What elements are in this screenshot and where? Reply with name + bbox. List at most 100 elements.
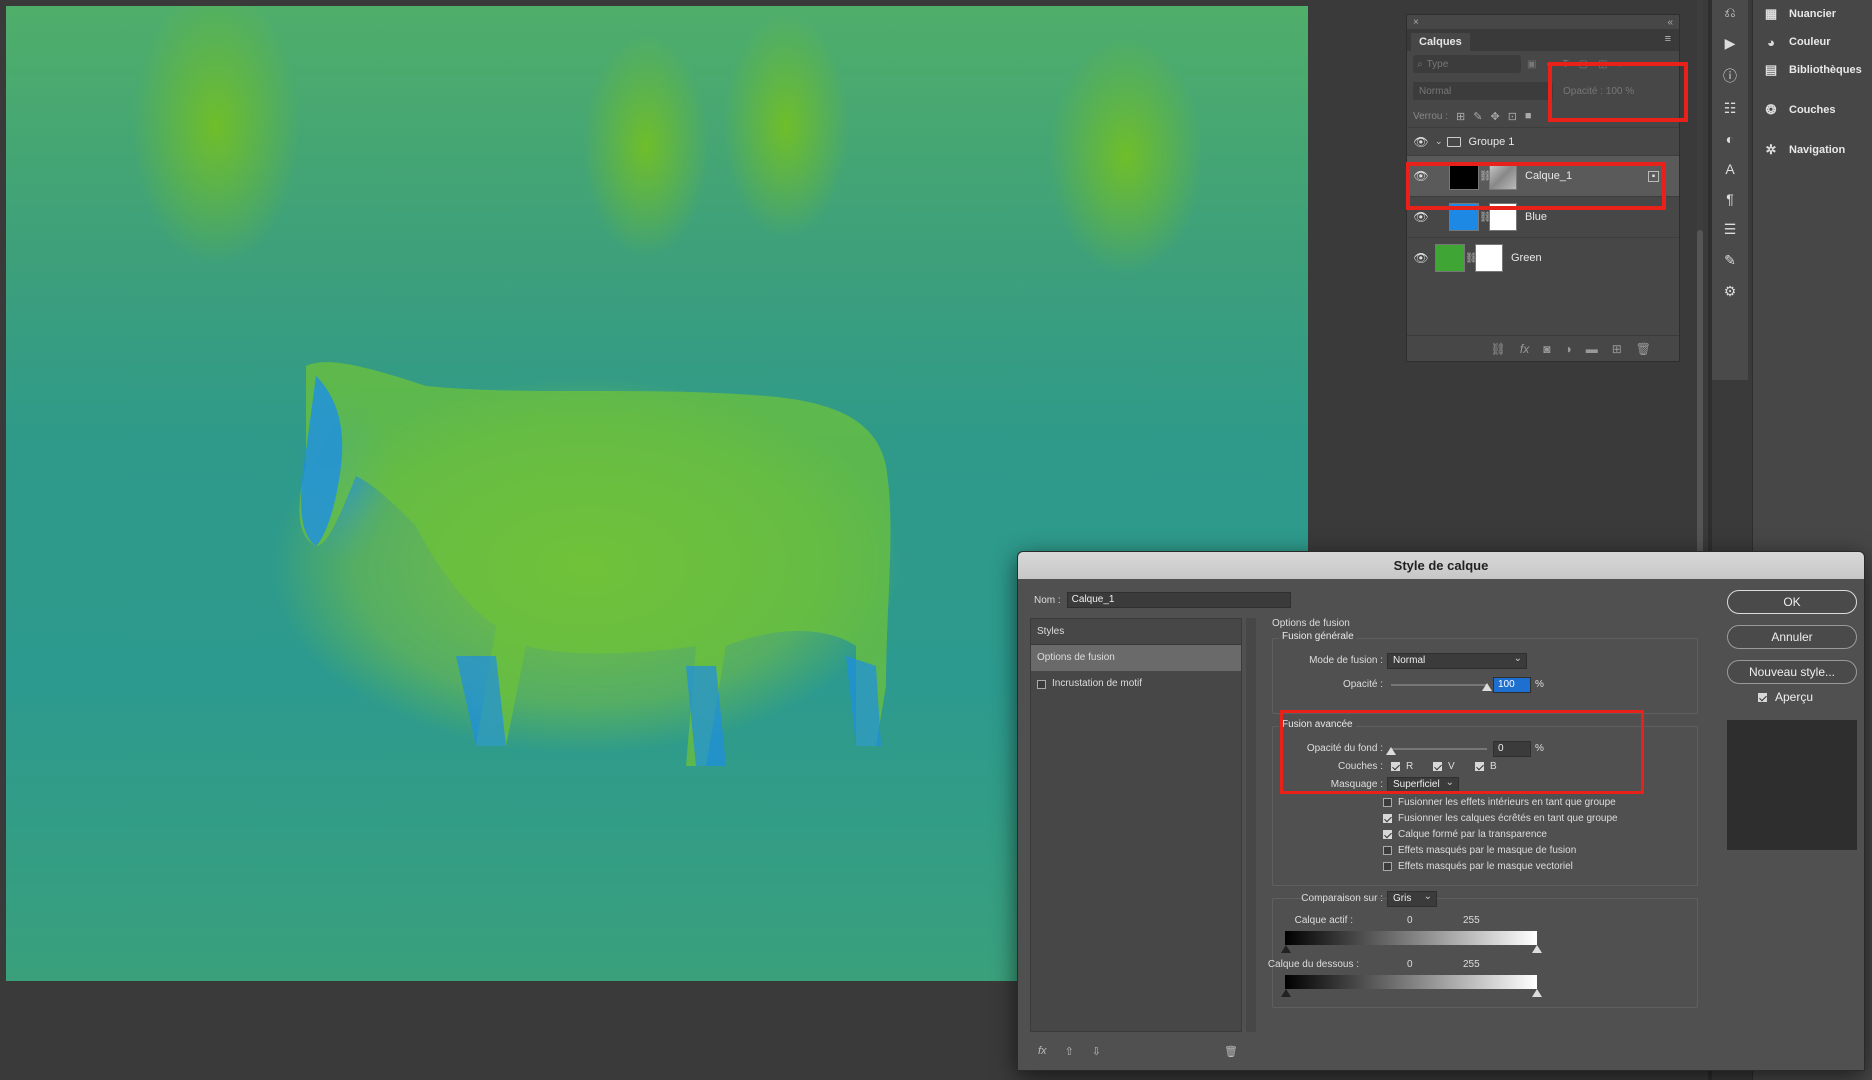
link-icon[interactable]: ⛓ [1479,212,1492,223]
style-item-blending-options[interactable]: Options de fusion [1031,645,1241,671]
visibility-eye-icon[interactable]: 👁 [1407,135,1435,149]
smart-filter-icon[interactable]: ◫ [1598,59,1607,70]
visibility-eye-icon[interactable]: 👁 [1407,210,1435,224]
toggle-filter-icon[interactable]: ● [1618,59,1624,70]
option-checkbox[interactable] [1383,846,1392,855]
panel-menu-icon[interactable]: ≡ [1665,33,1671,45]
channel-v[interactable]: V [1433,761,1455,772]
adjust-icon[interactable]: ◐ [1726,131,1734,147]
new-layer-icon[interactable]: ⊞ [1612,342,1622,356]
pattern-overlay-checkbox[interactable] [1037,679,1046,689]
trash-icon[interactable]: 🗑 [1636,342,1651,356]
layer-row-blue[interactable]: 👁 ⛓ Blue [1407,196,1679,237]
add-mask-icon[interactable]: ◙ [1543,342,1550,356]
underlying-layer-black-thumb[interactable] [1281,989,1291,997]
preview-checkbox[interactable] [1758,692,1767,702]
lock-brush-icon[interactable]: ✎ [1473,110,1482,123]
option-checkbox[interactable] [1383,798,1392,807]
image-filter-icon[interactable]: ▣ [1527,59,1536,70]
option-vector-mask-hides[interactable]: Effets masqués par le masque vectoriel [1383,861,1573,872]
opacity-slider-thumb[interactable] [1482,683,1492,691]
properties-icon[interactable]: ☰ [1724,221,1737,238]
preview-toggle[interactable]: Aperçu [1758,690,1813,704]
option-blend-clipped[interactable]: Fusionner les calques écrêtés en tant qu… [1383,813,1618,824]
move-down-icon[interactable]: ⇩ [1092,1045,1101,1058]
info-icon[interactable]: ⓘ [1723,66,1737,86]
opacity-slider[interactable] [1391,684,1487,686]
channel-r-checkbox[interactable] [1391,762,1400,771]
option-checkbox[interactable] [1383,862,1392,871]
option-checkbox[interactable] [1383,814,1392,823]
side-item-couleur[interactable]: ◕ Couleur [1753,28,1872,56]
styles-header[interactable]: Styles [1031,619,1241,645]
layer-name[interactable]: Green [1511,252,1542,264]
character-icon[interactable]: A [1725,161,1734,177]
play-icon[interactable]: ▶ [1725,35,1736,52]
trash-icon[interactable]: 🗑 [1224,1045,1238,1058]
link-icon[interactable]: ⛓ [1465,253,1478,264]
fx-icon[interactable]: fx [1520,342,1529,356]
name-input[interactable]: Calque_1 [1066,592,1291,608]
knockout-select[interactable]: Superficiel [1387,776,1459,793]
layer-row-group[interactable]: 👁 ⌄ Groupe 1 [1407,127,1679,155]
fill-opacity-slider[interactable] [1391,748,1487,750]
link-icon[interactable]: ⛓ [1479,171,1492,182]
layer-opacity-field[interactable]: Opacité : 100 % [1563,86,1634,97]
underlying-layer-white-thumb[interactable] [1532,989,1542,997]
visibility-eye-icon[interactable]: 👁 [1407,251,1435,265]
underlying-layer-gradient[interactable] [1285,975,1537,989]
side-item-nuancier[interactable]: ▦ Nuancier [1753,0,1872,28]
layer-blend-mode-select[interactable]: Normal [1413,82,1553,100]
shape-filter-icon[interactable]: ▢ [1579,59,1588,70]
paragraph-icon[interactable]: ¶ [1726,191,1734,207]
cancel-button[interactable]: Annuler [1727,625,1857,649]
layer-row-calque1[interactable]: 👁 ⛓ Calque_1 ▪ [1407,155,1679,196]
layer-name[interactable]: Calque_1 [1525,170,1572,182]
fx-icon[interactable]: fx [1038,1045,1047,1058]
style-item-pattern-overlay[interactable]: Incrustation de motif [1031,671,1241,697]
channel-v-checkbox[interactable] [1433,762,1442,771]
layer-style-icon[interactable]: ▪ [1648,170,1659,182]
fill-opacity-slider-thumb[interactable] [1386,747,1396,755]
this-layer-gradient[interactable] [1285,931,1537,945]
this-layer-black-thumb[interactable] [1281,945,1291,953]
option-transparency-shapes[interactable]: Calque formé par la transparence [1383,829,1547,840]
ok-button[interactable]: OK [1727,590,1857,614]
channel-b[interactable]: B [1475,761,1497,772]
channel-r[interactable]: R [1391,761,1413,772]
move-up-icon[interactable]: ⇧ [1065,1045,1074,1058]
tab-layers[interactable]: Calques [1411,33,1470,51]
layer-filter-input[interactable]: ⌕ Type [1413,55,1521,73]
side-item-bibliotheques[interactable]: ▤ Bibliothèques [1753,56,1872,84]
channel-b-checkbox[interactable] [1475,762,1484,771]
close-icon[interactable]: × [1413,17,1419,28]
layer-name[interactable]: Groupe 1 [1469,136,1515,148]
visibility-eye-icon[interactable]: 👁 [1407,169,1435,183]
adjustment-filter-icon[interactable]: ◐ [1546,59,1552,70]
side-item-navigation[interactable]: ✲ Navigation [1753,136,1872,164]
blend-if-select[interactable]: Gris [1387,890,1437,907]
option-blend-interior[interactable]: Fusionner les effets intérieurs en tant … [1383,797,1616,808]
lock-transparent-icon[interactable]: ⊞ [1456,110,1465,123]
option-checkbox[interactable] [1383,830,1392,839]
new-group-icon[interactable]: ▬ [1586,342,1598,356]
people-icon[interactable]: ☷ [1724,100,1737,117]
lock-all-icon[interactable]: ■ [1525,110,1532,122]
new-style-button[interactable]: Nouveau style... [1727,660,1857,684]
fill-opacity-input[interactable]: 0 [1493,741,1531,757]
blend-mode-select[interactable]: Normal [1387,652,1527,669]
chevron-down-icon[interactable]: ⌄ [1435,136,1443,147]
collapse-icon[interactable]: « [1667,17,1673,28]
link-layers-icon[interactable]: ⛓ [1491,342,1506,356]
opacity-input[interactable]: 100 [1493,677,1531,693]
side-item-couches[interactable]: ❂ Couches [1753,96,1872,124]
layer-name[interactable]: Blue [1525,211,1547,223]
adjustment-layer-icon[interactable]: ◑ [1564,342,1571,356]
this-layer-white-thumb[interactable] [1532,945,1542,953]
type-filter-icon[interactable]: T [1563,59,1569,70]
lock-artboard-icon[interactable]: ⊡ [1508,110,1517,123]
option-layer-mask-hides[interactable]: Effets masqués par le masque de fusion [1383,845,1576,856]
history-icon[interactable]: ⎌ [1724,4,1735,21]
lock-move-icon[interactable]: ✥ [1490,110,1499,123]
brush-settings-icon[interactable]: ✎ [1724,252,1736,269]
